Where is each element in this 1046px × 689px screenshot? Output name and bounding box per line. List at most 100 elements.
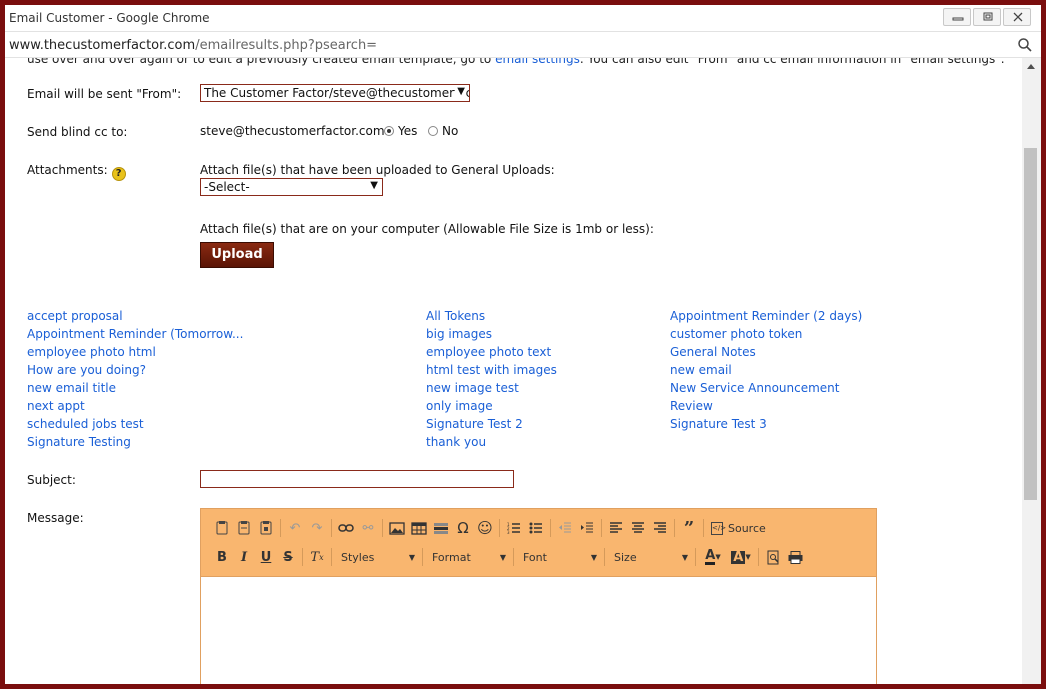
smiley-icon[interactable]: ☺	[474, 517, 496, 539]
template-link[interactable]: new email	[670, 362, 862, 380]
styles-dropdown[interactable]: Styles ▼	[335, 547, 419, 567]
remove-format-icon[interactable]: Tx	[306, 546, 328, 568]
bcc-yes-option[interactable]: Yes	[384, 124, 417, 138]
page-scrollbar[interactable]	[1022, 58, 1041, 684]
template-link[interactable]: Appointment Reminder (2 days)	[670, 308, 862, 326]
template-link[interactable]: new image test	[426, 380, 557, 398]
strikethrough-icon[interactable]: S	[277, 546, 299, 568]
search-icon[interactable]	[1017, 37, 1033, 53]
url-path: /emailresults.php?psearch=	[195, 38, 378, 53]
special-char-icon[interactable]: Ω	[452, 517, 474, 539]
template-link[interactable]: scheduled jobs test	[27, 416, 243, 434]
subject-input[interactable]	[200, 470, 514, 488]
template-link[interactable]: accept proposal	[27, 308, 243, 326]
bcc-label: Send blind cc to:	[27, 125, 128, 139]
blockquote-icon[interactable]: ”	[678, 517, 700, 539]
upload-button[interactable]: Upload	[200, 242, 274, 268]
intro-text: use over and over again or to edit a pre…	[27, 58, 1005, 66]
close-icon	[1013, 12, 1023, 22]
underline-icon[interactable]: U	[255, 546, 277, 568]
template-column-1: accept proposal Appointment Reminder (To…	[27, 308, 243, 452]
minimize-button[interactable]	[943, 8, 971, 26]
attachments-label-group: Attachments:?	[27, 163, 126, 181]
copy-icon[interactable]	[233, 517, 255, 539]
unlink-icon[interactable]: ⚯	[357, 517, 379, 539]
toolbar-row-1: ↶ ↷ ⚯ Ω ☺ 123 ” </> Source	[211, 516, 770, 540]
template-link[interactable]: only image	[426, 398, 557, 416]
size-dropdown[interactable]: Size ▼	[608, 547, 692, 567]
subject-label: Subject:	[27, 473, 76, 487]
email-settings-link[interactable]: email settings	[495, 58, 580, 66]
computer-files-text: Attach file(s) that are on your computer…	[200, 222, 654, 236]
message-editor: ↶ ↷ ⚯ Ω ☺ 123 ” </> Source B I U S T x S…	[200, 508, 877, 684]
redo-icon[interactable]: ↷	[306, 517, 328, 539]
link-icon[interactable]	[335, 517, 357, 539]
scrollbar-thumb[interactable]	[1024, 148, 1037, 500]
background-color-icon[interactable]: A ▼	[727, 546, 755, 568]
address-bar[interactable]: www.thecustomerfactor.com/emailresults.p…	[5, 31, 1041, 58]
source-button[interactable]: </> Source	[707, 517, 770, 539]
minimize-icon	[952, 17, 964, 21]
paste-icon[interactable]	[255, 517, 277, 539]
print-icon[interactable]	[784, 546, 806, 568]
template-link[interactable]: big images	[426, 326, 557, 344]
template-link[interactable]: New Service Announcement	[670, 380, 862, 398]
align-center-icon[interactable]	[627, 517, 649, 539]
close-button[interactable]	[1003, 8, 1031, 26]
template-link[interactable]: General Notes	[670, 344, 862, 362]
indent-icon[interactable]	[576, 517, 598, 539]
template-link[interactable]: html test with images	[426, 362, 557, 380]
chevron-down-icon: ▼	[499, 552, 506, 562]
template-link[interactable]: next appt	[27, 398, 243, 416]
uploaded-files-select[interactable]: -Select- ▼	[200, 178, 383, 196]
template-link[interactable]: employee photo html	[27, 344, 243, 362]
outdent-icon[interactable]	[554, 517, 576, 539]
image-icon[interactable]	[386, 517, 408, 539]
chevron-down-icon: ▼	[408, 552, 415, 562]
align-right-icon[interactable]	[649, 517, 671, 539]
format-dropdown[interactable]: Format ▼	[426, 547, 510, 567]
message-label: Message:	[27, 511, 84, 525]
template-link[interactable]: Signature Test 3	[670, 416, 862, 434]
template-link[interactable]: new email title	[27, 380, 243, 398]
template-link[interactable]: Signature Test 2	[426, 416, 557, 434]
undo-icon[interactable]: ↶	[284, 517, 306, 539]
template-link[interactable]: thank you	[426, 434, 557, 452]
italic-icon[interactable]: I	[233, 546, 255, 568]
from-select[interactable]: The Customer Factor/steve@thecustomerfac…	[200, 84, 470, 102]
template-link[interactable]: employee photo text	[426, 344, 557, 362]
source-icon: </>	[711, 521, 726, 535]
cut-icon[interactable]	[211, 517, 233, 539]
scroll-up-icon[interactable]	[1027, 64, 1035, 69]
template-link[interactable]: Appointment Reminder (Tomorrow...	[27, 326, 243, 344]
horizontal-line-icon[interactable]	[430, 517, 452, 539]
toolbar-row-2: B I U S Tx Styles ▼ Format ▼ Font ▼ Size ▼ A…	[211, 545, 806, 569]
bold-icon[interactable]: B	[211, 546, 233, 568]
template-link[interactable]: How are you doing?	[27, 362, 243, 380]
svg-text:3: 3	[507, 530, 510, 534]
page-content: use over and over again or to edit a pre…	[5, 58, 1022, 684]
table-icon[interactable]	[408, 517, 430, 539]
align-left-icon[interactable]	[605, 517, 627, 539]
chevron-down-icon: ▼	[681, 552, 688, 562]
text-color-icon[interactable]: A ▼	[699, 546, 727, 568]
template-link[interactable]: Review	[670, 398, 862, 416]
chevron-down-icon: ▼	[590, 552, 597, 562]
message-body[interactable]	[201, 578, 876, 684]
bcc-no-radio[interactable]	[428, 126, 438, 136]
bcc-no-option[interactable]: No	[428, 124, 458, 138]
font-dropdown[interactable]: Font ▼	[517, 547, 601, 567]
bullet-list-icon[interactable]	[525, 517, 547, 539]
numbered-list-icon[interactable]: 123	[503, 517, 525, 539]
editor-toolbar: ↶ ↷ ⚯ Ω ☺ 123 ” </> Source B I U S T x S…	[201, 509, 876, 577]
from-select-value: The Customer Factor/steve@thecustomerfac…	[204, 86, 469, 100]
template-link[interactable]: customer photo token	[670, 326, 862, 344]
template-link[interactable]: All Tokens	[426, 308, 557, 326]
url-text[interactable]: www.thecustomerfactor.com/emailresults.p…	[9, 38, 377, 53]
bcc-yes-radio[interactable]	[384, 126, 394, 136]
template-link[interactable]: Signature Testing	[27, 434, 243, 452]
preview-icon[interactable]	[762, 546, 784, 568]
restore-button[interactable]	[973, 8, 1001, 26]
help-icon[interactable]: ?	[111, 167, 126, 181]
url-domain: www.thecustomerfactor.com	[9, 38, 196, 53]
